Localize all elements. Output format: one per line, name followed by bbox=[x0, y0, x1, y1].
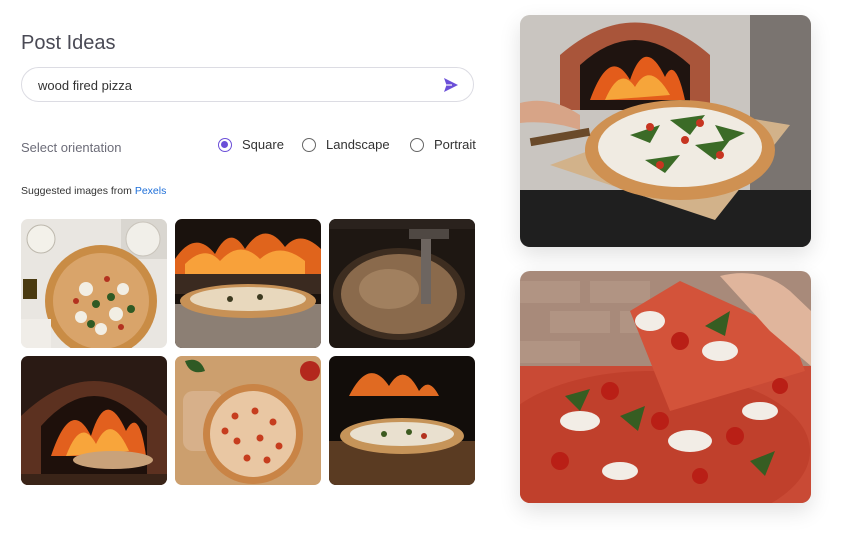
radio-square-indicator[interactable] bbox=[218, 137, 232, 152]
image-tile[interactable] bbox=[175, 356, 321, 485]
search-bar bbox=[21, 67, 474, 103]
suggested-prefix: Suggested images from bbox=[21, 185, 135, 197]
page-title: Post Ideas bbox=[21, 32, 116, 54]
roasting-beans-image bbox=[329, 219, 475, 348]
image-tile[interactable] bbox=[329, 356, 475, 485]
pizza-top-view-image bbox=[21, 219, 167, 348]
preview-image-card[interactable] bbox=[520, 15, 811, 247]
image-tile[interactable] bbox=[175, 219, 321, 348]
image-tile[interactable] bbox=[21, 219, 167, 348]
orientation-label: Select orientation bbox=[21, 140, 122, 155]
radio-square[interactable]: Square bbox=[218, 137, 284, 152]
radio-portrait-indicator[interactable] bbox=[410, 137, 424, 152]
radio-portrait[interactable]: Portrait bbox=[410, 137, 476, 152]
radio-portrait-label: Portrait bbox=[434, 137, 476, 152]
pizza-on-peel-image bbox=[520, 15, 811, 247]
search-input[interactable] bbox=[36, 68, 440, 103]
pexels-link[interactable]: Pexels bbox=[135, 185, 167, 197]
radio-landscape[interactable]: Landscape bbox=[302, 137, 390, 152]
pizza-dark-table-image bbox=[329, 356, 475, 485]
pizza-oven-fire-image bbox=[175, 219, 321, 348]
image-tile[interactable] bbox=[329, 219, 475, 348]
brick-oven-image bbox=[21, 356, 167, 485]
preview-image-card[interactable] bbox=[520, 271, 811, 503]
radio-landscape-indicator[interactable] bbox=[302, 137, 316, 152]
pizza-wood-board-image bbox=[175, 356, 321, 485]
radio-square-label: Square bbox=[242, 137, 284, 152]
suggested-caption: Suggested images from Pexels bbox=[21, 185, 166, 197]
image-tile[interactable] bbox=[21, 356, 167, 485]
send-icon[interactable] bbox=[443, 77, 459, 93]
pizza-slice-pull-image bbox=[520, 271, 811, 503]
radio-landscape-label: Landscape bbox=[326, 137, 390, 152]
